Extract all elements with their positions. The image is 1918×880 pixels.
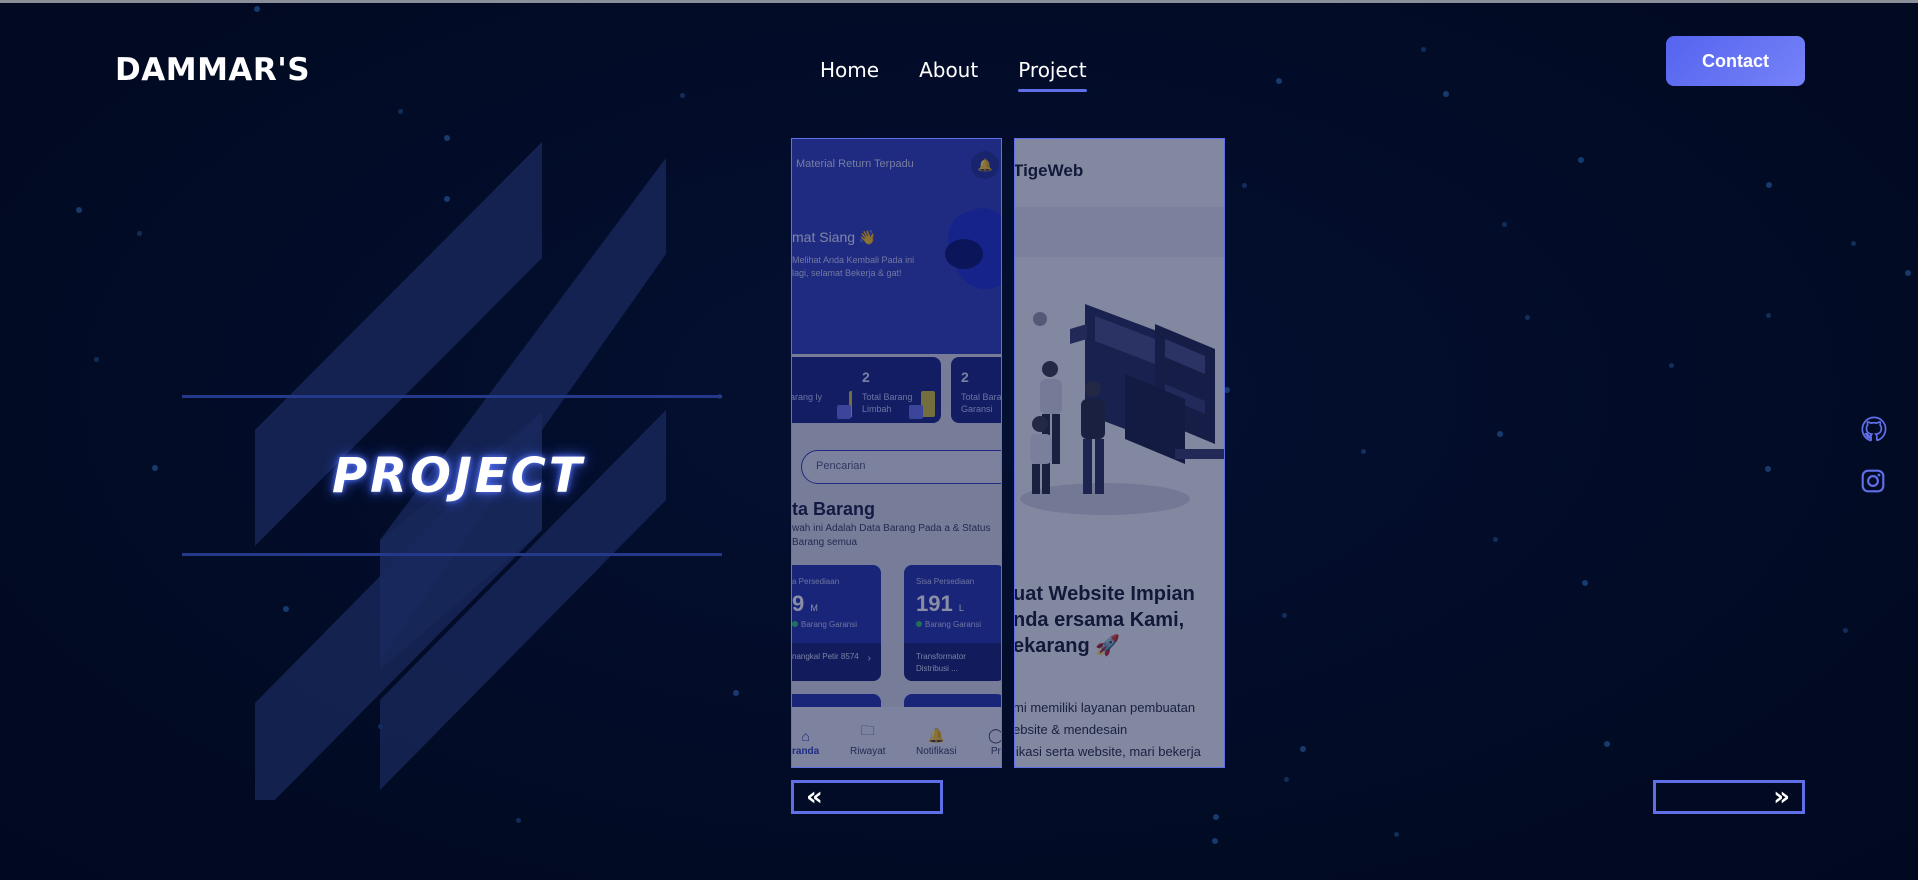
divider-bottom (182, 553, 722, 556)
site-headline: uat Website Impian nda ersama Kami, ekar… (1014, 583, 1195, 657)
next-arrow-button[interactable]: » (1653, 780, 1805, 814)
project-card-mobile-app[interactable]: Material Return Terpadu 🔔 mat Siang 👋 Me… (791, 138, 1002, 768)
team-illustration (1020, 304, 1224, 515)
contact-button[interactable]: Contact (1666, 36, 1805, 86)
diagonal-stripes-decoration (255, 142, 666, 800)
divider-top (182, 395, 722, 398)
app-bottom-nav: ⌂randa 🗀Riwayat 🔔Notifikasi ◯Pr (792, 707, 1001, 767)
app-nav-home: ⌂ randa (792, 728, 820, 757)
nav-about[interactable]: About (919, 58, 978, 92)
page: DAMMAR'S Home About Project Contact PROJ… (0, 0, 1918, 880)
chevron-right-icon: › (867, 653, 871, 664)
inventory-card: a Persediaan 9 M Barang Garansi nangkal … (792, 565, 881, 681)
app-data-title: ta Barang (792, 499, 876, 519)
double-chevron-left-icon: « (806, 782, 823, 812)
inventory-card: Sisa Persediaan 191 L Barang Garansi Tra… (904, 565, 1001, 681)
nav-home[interactable]: Home (820, 58, 879, 92)
app-nav-profile: ◯Pr (988, 727, 1001, 757)
app-nav-notifications: 🔔 Notifikasi (916, 727, 957, 757)
app-search-input: Pencarian (801, 450, 1001, 484)
app-greeting-sub: Melihat Anda Kembali Pada ini lagi, sela… (792, 255, 915, 278)
instagram-icon[interactable] (1860, 468, 1886, 494)
app-nav-history: 🗀 Riwayat (850, 722, 886, 757)
github-icon[interactable] (1860, 415, 1888, 443)
site-nav-band (1015, 207, 1224, 257)
stat-card: 2 Total Baran Garansi (951, 357, 1001, 423)
stat-card: 2 Total Barang Limbah (852, 357, 941, 423)
double-chevron-right-icon: » (1773, 782, 1790, 812)
project-card-website[interactable]: TigeWeb uat Website Impian nda ersama Ka… (1014, 138, 1225, 768)
bell-icon: 🔔 (927, 727, 945, 743)
app-title: Material Return Terpadu (796, 158, 914, 170)
box-icon (921, 391, 935, 417)
mascot-detail (945, 239, 983, 269)
bell-icon: 🔔 (971, 151, 999, 179)
box-icon (909, 405, 923, 419)
home-icon: ⌂ (801, 728, 810, 744)
nav-project[interactable]: Project (1018, 58, 1088, 92)
site-paragraph: mi memiliki layanan pembuatan ebsite & m… (1014, 700, 1201, 759)
folder-icon: 🗀 (860, 722, 875, 738)
section-title: PROJECT (332, 448, 585, 504)
app-greeting: mat Siang 👋 (792, 229, 877, 245)
user-icon: ◯ (988, 727, 1001, 744)
site-title: TigeWeb (1014, 161, 1084, 180)
box-icon (837, 405, 851, 419)
prev-arrow-button[interactable]: « (791, 780, 943, 814)
main-nav: Home About Project (820, 58, 1127, 92)
app-data-sub: wah ini Adalah Data Barang Pada a & Stat… (792, 523, 991, 548)
